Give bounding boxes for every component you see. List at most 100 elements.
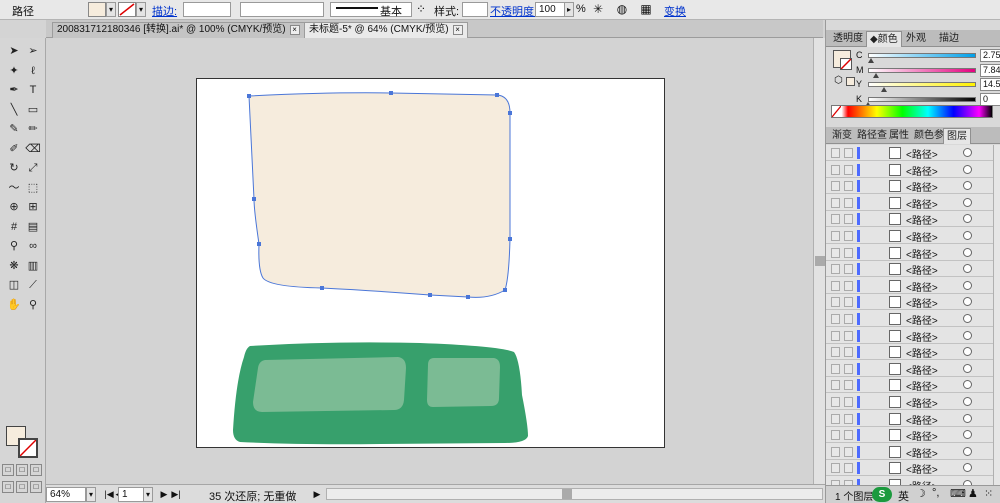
last-artboard-icon[interactable]: ▶|	[168, 487, 184, 503]
lock-toggle[interactable]	[844, 347, 853, 358]
visibility-toggle[interactable]	[831, 330, 840, 341]
target-circle-icon[interactable]	[963, 363, 972, 373]
layer-name[interactable]: <路径>	[906, 412, 938, 427]
layer-row[interactable]: <路径>	[826, 195, 993, 211]
target-circle-icon[interactable]	[963, 247, 972, 257]
lock-toggle[interactable]	[844, 297, 853, 308]
layer-row[interactable]: <路径>	[826, 444, 993, 460]
layer-name[interactable]: <路径>	[906, 295, 938, 310]
channel-value-input[interactable]: 14.51	[980, 78, 1000, 91]
visibility-toggle[interactable]	[831, 430, 840, 441]
layers-list[interactable]: <路径> <路径> <路径> <路径> <路径> <路径> <路径> <路径> <路径> <路径>…	[826, 145, 993, 485]
stroke-color-box[interactable]	[840, 58, 852, 70]
scrollbar-thumb[interactable]	[815, 256, 825, 266]
channel-gradient-bar[interactable]	[868, 96, 976, 102]
visibility-toggle[interactable]	[831, 397, 840, 407]
tab-gradient[interactable]: 渐变	[829, 128, 855, 144]
layer-row[interactable]: <路径>	[826, 377, 993, 394]
channel-value-input[interactable]: 0	[980, 92, 1000, 106]
ime-logo-icon[interactable]: S	[872, 487, 892, 502]
lock-toggle[interactable]	[844, 164, 853, 175]
last-color-swatch[interactable]	[846, 77, 855, 86]
layer-row[interactable]: <路径>	[826, 228, 993, 244]
color-slider-c[interactable]: C2.75%	[856, 49, 1000, 64]
visibility-toggle[interactable]	[831, 197, 840, 208]
visibility-toggle[interactable]	[831, 181, 840, 192]
grid-icon[interactable]: ⁙	[984, 487, 993, 500]
lock-toggle[interactable]	[844, 247, 853, 258]
layer-row[interactable]: <路径>	[826, 328, 993, 344]
layer-name[interactable]: <路径>	[906, 395, 938, 410]
tray-inset-right[interactable]	[427, 358, 500, 407]
layer-row[interactable]: <路径>	[826, 261, 993, 278]
keyboard-icon[interactable]: ⌨	[950, 487, 966, 500]
layer-name[interactable]: <路径>	[906, 246, 938, 261]
layer-name[interactable]: <路径>	[906, 345, 938, 360]
artwork-layer[interactable]	[0, 0, 825, 484]
target-circle-icon[interactable]	[963, 214, 972, 224]
lock-toggle[interactable]	[844, 264, 853, 275]
target-circle-icon[interactable]	[963, 397, 972, 406]
layer-row[interactable]: <路径>	[826, 145, 993, 161]
lock-toggle[interactable]	[844, 380, 853, 391]
layer-row[interactable]: <路径>	[826, 477, 993, 485]
tab-transparency[interactable]: 透明度	[830, 31, 866, 47]
lock-toggle[interactable]	[844, 148, 853, 158]
lock-toggle[interactable]	[844, 397, 853, 407]
visibility-toggle[interactable]	[831, 247, 840, 258]
layer-name[interactable]: <路径>	[906, 428, 938, 443]
punctuation-icon[interactable]: °,	[932, 487, 939, 499]
target-circle-icon[interactable]	[963, 164, 972, 174]
layer-name[interactable]: <路径>	[906, 378, 938, 393]
channel-value-input[interactable]: 7.84	[980, 63, 1000, 77]
channel-gradient-bar[interactable]	[868, 67, 976, 73]
selected-path-shape[interactable]	[248, 92, 511, 298]
target-circle-icon[interactable]	[963, 330, 972, 340]
visibility-toggle[interactable]	[831, 231, 840, 241]
layer-row[interactable]: <路径>	[826, 427, 993, 444]
visibility-toggle[interactable]	[831, 446, 840, 457]
layer-name[interactable]: <路径>	[906, 196, 938, 211]
target-circle-icon[interactable]	[963, 380, 972, 390]
target-circle-icon[interactable]	[963, 314, 972, 323]
visibility-toggle[interactable]	[831, 363, 840, 374]
layer-row[interactable]: <路径>	[826, 245, 993, 261]
layer-row[interactable]: <路径>	[826, 411, 993, 427]
color-slider-y[interactable]: Y14.51%	[856, 78, 1000, 93]
layer-row[interactable]: <路径>	[826, 460, 993, 477]
lock-toggle[interactable]	[844, 181, 853, 192]
tab-color-guide[interactable]: 颜色参	[911, 128, 947, 144]
lock-toggle[interactable]	[844, 314, 853, 324]
layer-name[interactable]: <路径>	[906, 329, 938, 344]
visibility-toggle[interactable]	[831, 380, 840, 391]
target-circle-icon[interactable]	[963, 264, 972, 274]
layer-name[interactable]: <路径>	[906, 461, 938, 476]
layer-name[interactable]: <路径>	[906, 229, 938, 244]
layer-name[interactable]: <路径>	[906, 212, 938, 227]
color-slider-m[interactable]: M7.84%	[856, 63, 1000, 79]
layers-scrollbar[interactable]	[993, 145, 1000, 485]
layer-name[interactable]: <路径>	[906, 478, 938, 485]
artboard-dropdown-arrow[interactable]: ▾	[143, 487, 153, 502]
layer-row[interactable]: <路径>	[826, 178, 993, 195]
layer-row[interactable]: <路径>	[826, 278, 993, 294]
scrollbar-thumb[interactable]	[562, 489, 572, 499]
visibility-toggle[interactable]	[831, 463, 840, 474]
artboard-number[interactable]: 1	[118, 487, 144, 502]
visibility-toggle[interactable]	[831, 280, 840, 291]
vertical-scrollbar[interactable]	[813, 38, 825, 484]
visibility-toggle[interactable]	[831, 297, 840, 308]
target-circle-icon[interactable]	[963, 297, 972, 307]
moon-icon[interactable]: ☽	[916, 487, 926, 500]
channel-slider-handle[interactable]	[873, 72, 880, 78]
tab-stroke[interactable]: 描边	[936, 31, 962, 47]
target-circle-icon[interactable]	[963, 347, 972, 357]
layer-row[interactable]: <路径>	[826, 361, 993, 377]
tray-inset-left[interactable]	[253, 357, 406, 412]
tab-appearance[interactable]: 外观	[903, 31, 929, 47]
target-circle-icon[interactable]	[963, 446, 972, 456]
tab-color[interactable]: ◆颜色	[866, 31, 902, 47]
target-circle-icon[interactable]	[963, 430, 972, 440]
channel-value-input[interactable]: 2.75	[980, 49, 1000, 62]
layer-row[interactable]: <路径>	[826, 211, 993, 228]
